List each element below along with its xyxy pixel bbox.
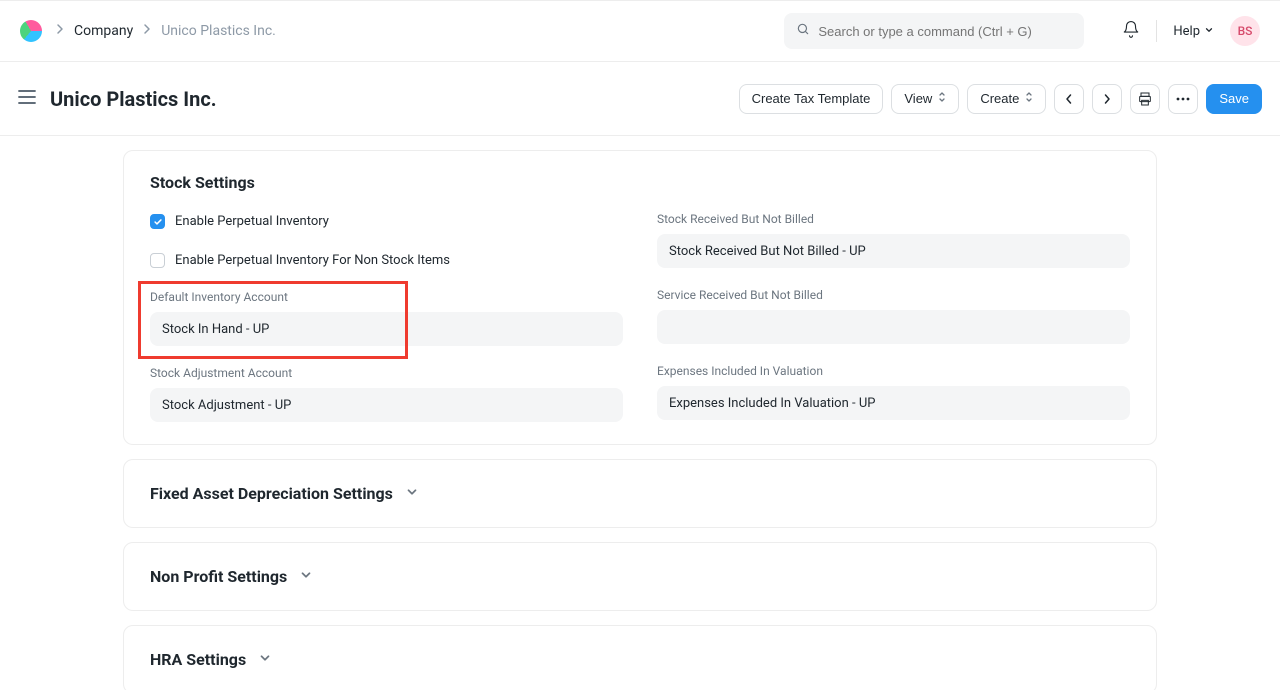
help-menu[interactable]: Help xyxy=(1173,24,1214,39)
view-label: View xyxy=(904,91,932,106)
enable-perpetual-non-stock-checkbox[interactable]: Enable Perpetual Inventory For Non Stock… xyxy=(150,251,623,270)
stock-adjustment-input[interactable]: Stock Adjustment - UP xyxy=(150,388,623,422)
next-button[interactable] xyxy=(1092,84,1122,114)
create-menu-button[interactable]: Create xyxy=(967,84,1046,114)
header-actions: Create Tax Template View Create Save xyxy=(739,84,1262,114)
non-profit-section-toggle[interactable]: Non Profit Settings xyxy=(123,542,1157,611)
checkbox-icon-checked xyxy=(150,214,165,229)
search-input[interactable] xyxy=(818,24,1072,39)
stock-settings-section: Stock Settings Enable Perpetual Inventor… xyxy=(123,150,1157,445)
default-inventory-field: Default Inventory Account Stock In Hand … xyxy=(150,290,623,346)
stock-received-input[interactable]: Stock Received But Not Billed - UP xyxy=(657,234,1130,268)
page-header: Unico Plastics Inc. Create Tax Template … xyxy=(0,62,1280,136)
more-button[interactable] xyxy=(1168,84,1198,114)
chevron-right-icon xyxy=(143,23,151,39)
bell-icon[interactable] xyxy=(1122,20,1140,42)
service-received-field: Service Received But Not Billed xyxy=(657,288,1130,344)
expenses-included-label: Expenses Included In Valuation xyxy=(657,364,1130,378)
default-inventory-input[interactable]: Stock In Hand - UP xyxy=(150,312,623,346)
non-profit-title: Non Profit Settings xyxy=(150,567,287,586)
prev-button[interactable] xyxy=(1054,84,1084,114)
service-received-label: Service Received But Not Billed xyxy=(657,288,1130,302)
app-logo[interactable] xyxy=(20,20,42,42)
chevron-down-icon xyxy=(299,568,313,586)
page-title: Unico Plastics Inc. xyxy=(50,87,217,111)
service-received-input[interactable] xyxy=(657,310,1130,344)
create-label: Create xyxy=(980,91,1019,106)
stock-received-label: Stock Received But Not Billed xyxy=(657,212,1130,226)
fixed-asset-title: Fixed Asset Depreciation Settings xyxy=(150,484,393,503)
avatar[interactable]: BS xyxy=(1230,16,1260,46)
select-icon xyxy=(1025,91,1033,106)
enable-non-stock-label: Enable Perpetual Inventory For Non Stock… xyxy=(175,253,450,268)
search-icon xyxy=(796,22,810,40)
stock-settings-right-col: Stock Received But Not Billed Stock Rece… xyxy=(657,212,1130,422)
help-label: Help xyxy=(1173,24,1200,39)
enable-perpetual-label: Enable Perpetual Inventory xyxy=(175,214,329,229)
fixed-asset-section-toggle[interactable]: Fixed Asset Depreciation Settings xyxy=(123,459,1157,528)
select-icon xyxy=(938,91,946,106)
chevron-down-icon xyxy=(1204,24,1214,39)
stock-settings-left-col: Enable Perpetual Inventory Enable Perpet… xyxy=(150,212,623,422)
navbar: Company Unico Plastics Inc. Help BS xyxy=(0,0,1280,62)
breadcrumb: Company Unico Plastics Inc. xyxy=(56,23,276,39)
chevron-down-icon xyxy=(258,651,272,669)
content-area: Stock Settings Enable Perpetual Inventor… xyxy=(0,136,1280,690)
default-inventory-label: Default Inventory Account xyxy=(150,290,623,304)
menu-icon[interactable] xyxy=(18,90,36,108)
chevron-right-icon xyxy=(56,23,64,39)
breadcrumb-company[interactable]: Company xyxy=(74,23,133,39)
stock-adjustment-label: Stock Adjustment Account xyxy=(150,366,623,380)
stock-adjustment-field: Stock Adjustment Account Stock Adjustmen… xyxy=(150,366,623,422)
divider xyxy=(1156,20,1157,42)
breadcrumb-current: Unico Plastics Inc. xyxy=(161,23,276,39)
create-tax-template-button[interactable]: Create Tax Template xyxy=(739,84,884,114)
stock-settings-title: Stock Settings xyxy=(150,173,1130,192)
print-button[interactable] xyxy=(1130,84,1160,114)
enable-perpetual-inventory-checkbox[interactable]: Enable Perpetual Inventory xyxy=(150,212,623,231)
hra-section-toggle[interactable]: HRA Settings xyxy=(123,625,1157,690)
hra-title: HRA Settings xyxy=(150,650,246,669)
view-menu-button[interactable]: View xyxy=(891,84,959,114)
expenses-included-field: Expenses Included In Valuation Expenses … xyxy=(657,364,1130,420)
stock-received-field: Stock Received But Not Billed Stock Rece… xyxy=(657,212,1130,268)
chevron-down-icon xyxy=(405,485,419,503)
save-button[interactable]: Save xyxy=(1206,84,1262,114)
search-bar[interactable] xyxy=(784,13,1084,49)
expenses-included-input[interactable]: Expenses Included In Valuation - UP xyxy=(657,386,1130,420)
checkbox-icon-unchecked xyxy=(150,253,165,268)
navbar-right: Help BS xyxy=(1122,16,1260,46)
